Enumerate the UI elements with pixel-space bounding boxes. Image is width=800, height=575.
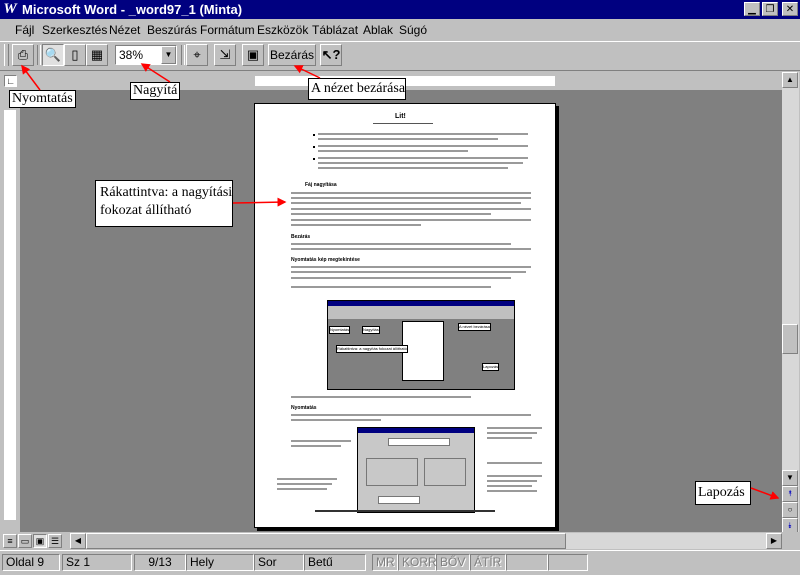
arrow-zoom bbox=[140, 63, 171, 83]
arrow-print bbox=[21, 64, 41, 91]
arrow-click-zoom bbox=[232, 197, 287, 207]
arrow-close-view bbox=[293, 65, 321, 79]
annotation-arrows bbox=[21, 63, 780, 500]
arrow-paging bbox=[750, 487, 780, 500]
